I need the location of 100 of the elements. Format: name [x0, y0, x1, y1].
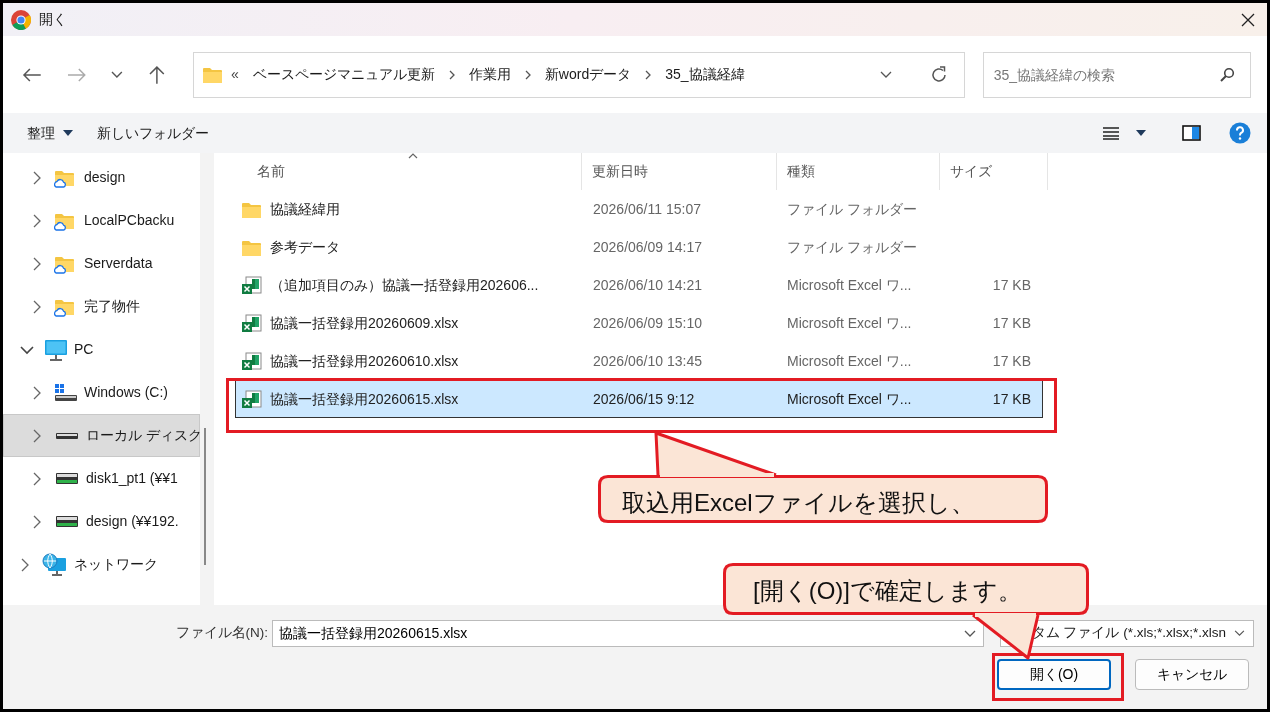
breadcrumb-item[interactable]: 作業用	[468, 64, 511, 85]
file-type: Microsoft Excel ワ...	[787, 352, 912, 369]
file-name: 協議一括登録用20260615.xlsx	[270, 389, 459, 409]
organize-menu[interactable]: 整理	[27, 122, 73, 144]
item-label: Windows (C:)	[84, 383, 168, 402]
file-row[interactable]: （追加項目のみ）協議一括登録用202606... 2026/06/10 14:21 Microsoft Excel ワ... 17 KB	[235, 266, 1043, 304]
scrollbar-thumb[interactable]	[204, 428, 206, 565]
file-type: ファイル フォルダー	[787, 238, 917, 255]
file-type: ファイル フォルダー	[787, 200, 917, 217]
window-title: 開く	[39, 10, 67, 29]
item-label: Serverdata	[84, 254, 153, 273]
view-menu-icon[interactable]	[1102, 126, 1120, 140]
sidebar-item[interactable]: Windows (C:)	[3, 371, 200, 414]
cancel-button[interactable]: キャンセル	[1135, 659, 1249, 690]
chevron-right-icon[interactable]	[20, 557, 30, 572]
chevron-down-icon	[1234, 630, 1245, 637]
search-field[interactable]: 35_協議経緯の検索	[982, 51, 1251, 98]
callout-text: [開く(O)]で確定します。	[753, 576, 1022, 606]
spreadsheet-file-icon	[241, 275, 262, 295]
chevron-down-icon[interactable]	[964, 630, 976, 638]
chevron-down-icon[interactable]	[20, 344, 34, 355]
spreadsheet-file-icon	[241, 389, 262, 409]
folder-icon	[202, 65, 224, 84]
item-label: ローカル ディスク	[86, 426, 200, 445]
chevron-right-icon[interactable]	[32, 170, 42, 185]
chevron-right-icon[interactable]	[32, 385, 42, 400]
chevron-down-icon[interactable]	[111, 70, 124, 79]
sidebar-item[interactable]: ローカル ディスク	[3, 414, 200, 457]
file-size: 17 KB	[992, 352, 1031, 369]
drive-icon	[56, 473, 78, 484]
sidebar-item[interactable]: PC	[3, 328, 200, 371]
close-icon[interactable]	[1241, 12, 1255, 27]
new-folder-button[interactable]: 新しいフォルダー	[97, 122, 209, 144]
file-type: Microsoft Excel ワ...	[787, 276, 912, 293]
file-row[interactable]: 協議一括登録用20260615.xlsx 2026/06/15 9:12 Microsoft Excel ワ... 17 KB	[235, 380, 1043, 418]
up-arrow-icon[interactable]	[149, 65, 166, 84]
file-size: 17 KB	[992, 314, 1031, 331]
computer-icon	[44, 338, 68, 361]
file-name-label: ファイル名(N):	[174, 624, 268, 643]
column-header[interactable]: 更新日時	[582, 153, 777, 190]
sidebar-item[interactable]: ネットワーク	[3, 543, 200, 586]
file-row[interactable]: 協議一括登録用20260610.xlsx 2026/06/10 13:45 Microsoft Excel ワ... 17 KB	[235, 342, 1043, 380]
sidebar-item[interactable]: design	[3, 156, 200, 199]
column-header[interactable]: 種類	[777, 153, 940, 190]
file-name: 参考データ	[270, 237, 340, 257]
chevron-right-icon	[645, 69, 652, 80]
file-type: Microsoft Excel ワ...	[787, 314, 912, 331]
modified-date: 2026/06/10 14:21	[593, 276, 702, 293]
file-type: Microsoft Excel ワ...	[787, 390, 912, 407]
refresh-icon[interactable]	[929, 65, 948, 84]
chevron-right-icon[interactable]	[32, 256, 42, 271]
chevron-down-icon[interactable]	[879, 70, 892, 79]
help-icon[interactable]	[1229, 122, 1251, 144]
modified-date: 2026/06/09 15:10	[593, 314, 702, 331]
preview-pane-icon[interactable]	[1182, 125, 1201, 141]
chevron-right-icon[interactable]	[32, 428, 42, 443]
item-label: LocalPCbacku	[84, 211, 175, 230]
sidebar-item[interactable]: disk1_pt1 (¥¥1	[3, 457, 200, 500]
item-label: 完了物件	[84, 297, 140, 316]
file-name-field[interactable]: 協議一括登録用20260615.xlsx	[272, 620, 984, 647]
item-label: ネットワーク	[74, 555, 158, 574]
chevron-right-icon[interactable]	[32, 213, 42, 228]
item-label: disk1_pt1 (¥¥1	[86, 469, 178, 488]
overflow-chevron[interactable]: «	[231, 64, 239, 85]
address-bar[interactable]: « ベースページマニュアル更新 作業用 新wordデータ 35_協議経緯	[193, 51, 965, 98]
column-header[interactable]: サイズ	[940, 153, 1048, 190]
chevron-right-icon[interactable]	[32, 514, 42, 529]
back-arrow-icon[interactable]	[22, 66, 42, 83]
item-label: design	[84, 168, 126, 187]
sidebar-item[interactable]: 完了物件	[3, 285, 200, 328]
file-row[interactable]: 協議一括登録用20260609.xlsx 2026/06/09 15:10 Microsoft Excel ワ... 17 KB	[235, 304, 1043, 342]
open-button[interactable]: 開く(O)	[997, 659, 1111, 690]
file-name: 協議経緯用	[270, 199, 340, 219]
chevron-right-icon[interactable]	[32, 299, 42, 314]
file-name: 協議一括登録用20260609.xlsx	[270, 313, 459, 333]
breadcrumb-item[interactable]: ベースページマニュアル更新	[252, 64, 435, 85]
spreadsheet-file-icon	[241, 351, 262, 371]
chevron-right-icon[interactable]	[32, 471, 42, 486]
drive-icon	[56, 516, 78, 527]
search-icon	[1219, 66, 1235, 83]
sidebar-item[interactable]: design (¥¥192.	[3, 500, 200, 543]
spreadsheet-file-icon	[241, 313, 262, 333]
hard-drive-icon	[54, 382, 78, 403]
sidebar-item[interactable]: LocalPCbacku	[3, 199, 200, 242]
item-label: design (¥¥192.	[86, 512, 179, 531]
browser-logo-icon	[11, 9, 31, 30]
file-row[interactable]: 参考データ 2026/06/09 14:17 ファイル フォルダー	[235, 228, 1043, 266]
sidebar-item[interactable]: Serverdata	[3, 242, 200, 285]
file-row[interactable]: 協議経緯用 2026/06/11 15:07 ファイル フォルダー	[235, 190, 1043, 228]
hard-drive-icon	[56, 432, 78, 439]
file-name: （追加項目のみ）協議一括登録用202606...	[270, 275, 539, 295]
breadcrumb-item[interactable]: 新wordデータ	[544, 64, 632, 85]
breadcrumb-item[interactable]: 35_協議経緯	[665, 64, 745, 85]
file-size: 17 KB	[992, 276, 1031, 293]
modified-date: 2026/06/10 13:45	[593, 352, 702, 369]
modified-date: 2026/06/09 14:17	[593, 238, 702, 255]
caret-icon	[63, 130, 73, 136]
chevron-right-icon	[524, 69, 531, 80]
column-header[interactable]: 名前	[214, 153, 582, 190]
dropdown-caret-icon[interactable]	[1136, 130, 1146, 136]
